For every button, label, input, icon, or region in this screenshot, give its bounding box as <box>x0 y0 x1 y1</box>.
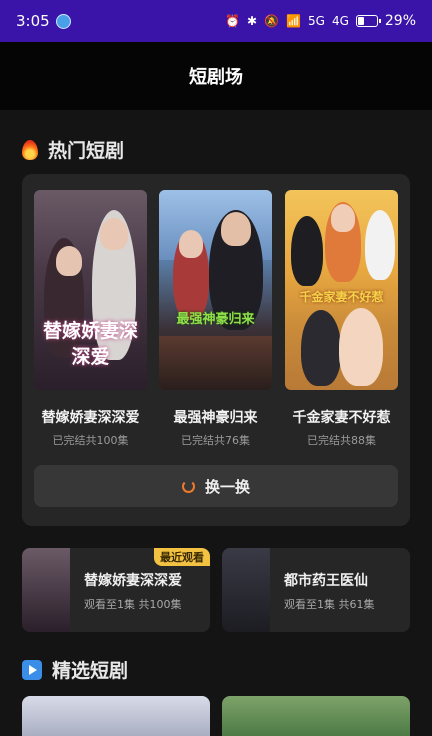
poster-face <box>221 212 251 246</box>
poster-figure <box>301 310 341 386</box>
page-title: 短剧场 <box>189 67 243 88</box>
drama-meta-1: 已完结共100集 <box>52 434 129 447</box>
browser-icon <box>55 13 71 29</box>
refresh-button-label: 换一换 <box>204 477 250 496</box>
history-title: 都市药王医仙 <box>284 573 368 589</box>
drama-title-2[interactable]: 最强神豪归来 <box>159 407 272 427</box>
hot-section-heading: 热门短剧 <box>22 136 124 163</box>
play-icon <box>22 659 42 680</box>
poster-face <box>56 246 82 276</box>
drama-meta-2: 已完结共76集 <box>181 434 250 447</box>
page-header: 短剧场 <box>0 42 432 110</box>
poster-face <box>331 204 355 232</box>
refresh-button[interactable]: 换一换 <box>34 465 398 507</box>
hot-dramas-card: 替嫁娇妻深深爱 最强神豪归来 千金家妻不好惹 替嫁娇妻深深爱 已完结共100集 … <box>22 174 410 526</box>
status-right: ⏰ ✱ 🔕 📶 5G 4G 29% <box>225 13 416 29</box>
network-4g-label: 4G <box>331 14 349 28</box>
poster-figure <box>365 210 395 280</box>
history-thumbnail <box>222 548 270 632</box>
poster-face <box>179 230 203 258</box>
status-bar: 3:05 ⏰ ✱ 🔕 📶 5G 4G 29% <box>0 0 432 42</box>
poster-title-text: 千金家妻不好惹 <box>299 290 384 304</box>
featured-item-1[interactable] <box>22 696 210 736</box>
poster-figure <box>291 216 323 286</box>
drama-poster-2[interactable]: 最强神豪归来 <box>159 190 272 390</box>
fire-icon <box>22 139 38 160</box>
battery-percent: 29% <box>384 13 416 29</box>
drama-title-3[interactable]: 千金家妻不好惹 <box>285 407 398 427</box>
status-time: 3:05 <box>16 12 50 30</box>
history-item-1[interactable]: 最近观看 替嫁娇妻深深爱 观看至1集 共100集 <box>22 548 210 632</box>
history-progress: 观看至1集 共100集 <box>84 598 182 611</box>
recent-watch-badge: 最近观看 <box>154 548 210 566</box>
hot-section-title: 热门短剧 <box>48 140 125 162</box>
history-thumbnail <box>22 548 70 632</box>
poster-title-text: 替嫁娇妻深深爱 <box>42 320 138 368</box>
status-left: 3:05 <box>16 12 71 30</box>
history-title: 替嫁娇妻深深爱 <box>84 573 182 589</box>
poster-figure <box>339 308 383 386</box>
network-5g-label: 5G <box>308 14 325 28</box>
battery-fill <box>357 17 364 25</box>
history-progress: 观看至1集 共61集 <box>284 598 375 611</box>
poster-face <box>100 218 128 250</box>
refresh-icon <box>181 479 195 493</box>
drama-poster-1[interactable]: 替嫁娇妻深深爱 <box>34 190 147 390</box>
poster-title-text: 最强神豪归来 <box>176 312 255 327</box>
alarm-icon: ⏰ <box>225 14 241 28</box>
battery-icon <box>355 15 381 27</box>
featured-section-heading: 精选短剧 <box>22 656 128 683</box>
drama-meta-3: 已完结共88集 <box>307 434 376 447</box>
mute-icon: 🔕 <box>264 14 280 28</box>
drama-title-1[interactable]: 替嫁娇妻深深爱 <box>34 407 147 427</box>
featured-item-2[interactable] <box>222 696 410 736</box>
featured-section-title: 精选短剧 <box>52 660 129 682</box>
poster-crowd <box>159 336 272 390</box>
wifi-icon: 📶 <box>286 14 301 28</box>
drama-poster-3[interactable]: 千金家妻不好惹 <box>285 190 398 390</box>
bluetooth-icon: ✱ <box>247 14 258 28</box>
history-item-2[interactable]: 都市药王医仙 观看至1集 共61集 <box>222 548 410 632</box>
